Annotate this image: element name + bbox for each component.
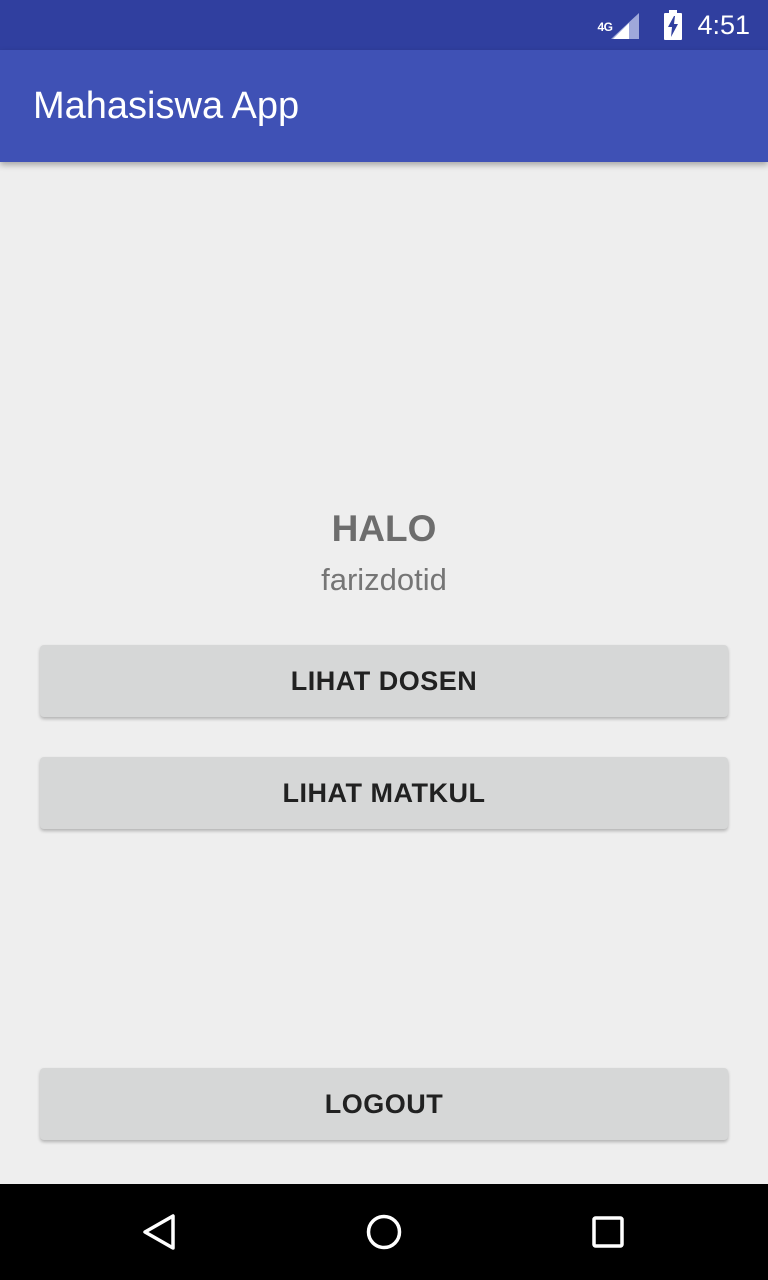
battery-charging-icon	[663, 10, 683, 40]
logout-button[interactable]: LOGOUT	[40, 1068, 728, 1140]
app-bar: Mahasiswa App	[0, 50, 768, 162]
network-type-label: 4G	[597, 20, 613, 34]
status-icons: 4G 4:51	[597, 0, 750, 50]
back-button[interactable]	[112, 1184, 208, 1280]
status-bar: 4G 4:51	[0, 0, 768, 50]
back-icon	[143, 1214, 175, 1250]
recent-apps-icon	[592, 1216, 624, 1248]
greeting-heading: HALO	[331, 508, 437, 549]
signal-icon	[611, 13, 640, 39]
lihat-matkul-button[interactable]: LIHAT MATKUL	[40, 757, 728, 829]
status-time: 4:51	[697, 9, 750, 40]
home-button[interactable]	[336, 1184, 432, 1280]
home-icon	[366, 1214, 402, 1250]
lihat-dosen-button[interactable]: LIHAT DOSEN	[40, 645, 728, 717]
app-title: Mahasiswa App	[33, 85, 300, 127]
signal-indicator: 4G	[597, 10, 641, 40]
recent-apps-button[interactable]	[560, 1184, 656, 1280]
username-label: farizdotid	[321, 562, 447, 597]
navigation-bar	[0, 1184, 768, 1280]
